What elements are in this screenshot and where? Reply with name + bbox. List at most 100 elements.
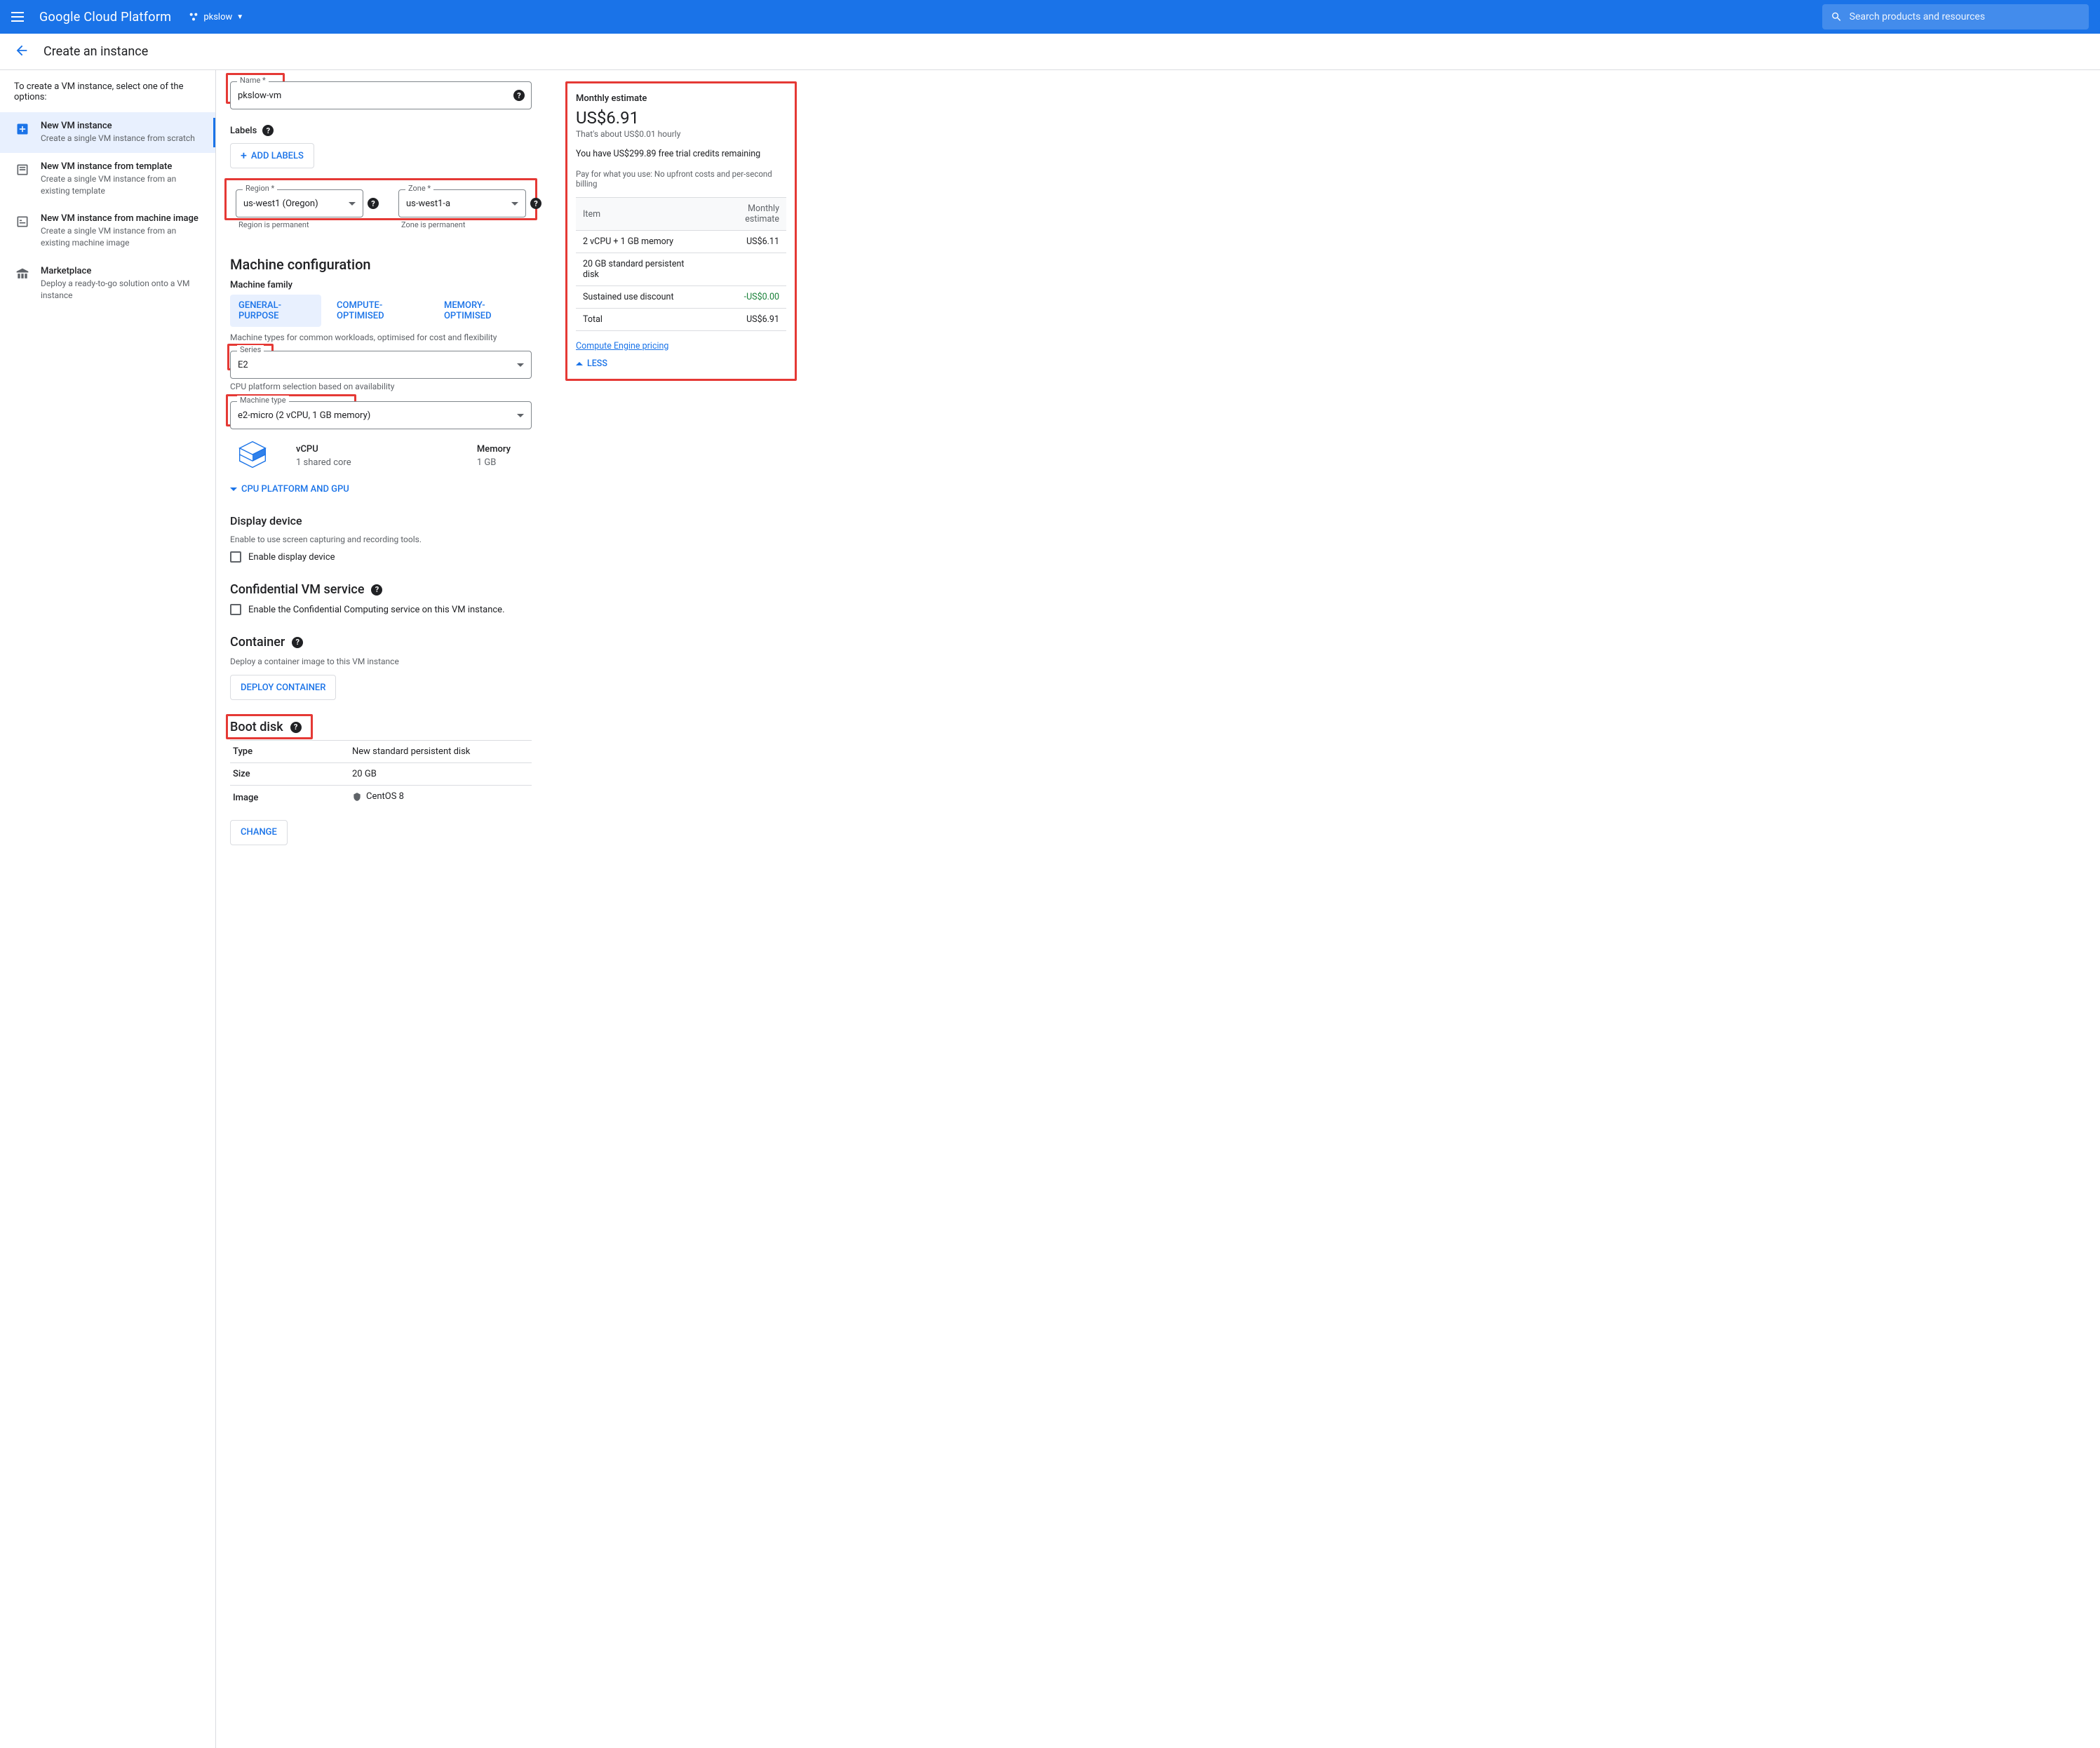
tab-compute-optimised[interactable]: COMPUTE-OPTIMISED [328,295,429,327]
table-row: Size 20 GB [230,763,532,786]
display-device-hint: Enable to use screen capturing and recor… [230,535,532,544]
sidebar-item-new-vm[interactable]: New VM instance Create a single VM insta… [0,112,215,153]
estimate-row-est: -US$0.00 [706,286,786,309]
machine-image-icon [14,213,31,230]
brand-label: Google Cloud Platform [39,10,171,25]
help-icon[interactable]: ? [368,198,379,209]
project-picker[interactable]: pkslow ▼ [188,11,243,22]
boot-disk-size-label: Size [230,763,349,786]
caret-down-icon [517,414,524,417]
estimate-row-item: 20 GB standard persistent disk [576,253,706,286]
estimate-credits: You have US$299.89 free trial credits re… [576,149,786,159]
container-hint: Deploy a container image to this VM inst… [230,657,532,666]
boot-disk-type-value: New standard persistent disk [349,741,532,763]
sidebar: To create a VM instance, select one of t… [0,70,216,1748]
machine-type-select[interactable]: e2-micro (2 vCPU, 1 GB memory) [230,401,532,429]
help-icon[interactable]: ? [290,722,302,733]
series-label: Series [237,345,264,354]
estimate-row-item: Total [576,309,706,331]
tab-memory-optimised[interactable]: MEMORY-OPTIMISED [436,295,532,327]
estimate-hourly: That's about US$0.01 hourly [576,129,786,139]
machine-config-title: Machine configuration [230,256,532,273]
estimate-row-est: US$6.91 [706,309,786,331]
tab-general-purpose[interactable]: GENERAL-PURPOSE [230,295,321,327]
menu-icon[interactable] [11,8,28,25]
estimate-row-est [706,253,786,286]
table-row: 20 GB standard persistent disk [576,253,786,286]
memory-value: 1 GB [477,457,511,468]
topbar: Google Cloud Platform pkslow ▼ [0,0,2100,34]
machine-family-tabs: GENERAL-PURPOSE COMPUTE-OPTIMISED MEMORY… [230,295,532,327]
help-icon[interactable]: ? [513,90,525,101]
boot-disk-image-label: Image [230,786,349,810]
series-hint: CPU platform selection based on availabi… [230,382,532,391]
zone-value: us-west1-a [406,199,450,209]
display-device-checkbox[interactable]: Enable display device [230,551,532,563]
confidential-checkbox-label: Enable the Confidential Computing servic… [248,605,505,615]
name-label: Name * [237,76,269,85]
machine-type-label: Machine type [237,396,289,405]
deploy-container-button[interactable]: DEPLOY CONTAINER [230,675,336,700]
boot-disk-image-value: CentOS 8 [366,791,404,802]
add-box-icon [14,121,31,137]
table-row: Total US$6.91 [576,309,786,331]
display-device-title: Display device [230,514,532,527]
help-icon[interactable]: ? [530,198,541,209]
confidential-checkbox[interactable]: Enable the Confidential Computing servic… [230,604,532,615]
zone-label: Zone * [405,184,433,193]
page-title: Create an instance [43,44,148,59]
table-row: 2 vCPU + 1 GB memory US$6.11 [576,231,786,253]
sidebar-item-title: Marketplace [41,266,201,276]
less-label: LESS [587,358,607,369]
zone-select[interactable]: us-west1-a [398,189,526,217]
search-box[interactable] [1822,4,2089,29]
labels-label: Labels [230,126,257,136]
memory-label: Memory [477,444,511,455]
region-select[interactable]: us-west1 (Oregon) [236,189,363,217]
cpu-gpu-expand[interactable]: CPU PLATFORM AND GPU [230,484,349,495]
search-input[interactable] [1850,11,2080,22]
vcpu-value: 1 shared core [296,457,351,468]
checkbox-icon [230,604,241,615]
sidebar-item-title: New VM instance [41,121,195,131]
table-row: Type New standard persistent disk [230,741,532,763]
region-label: Region * [243,184,277,193]
vcpu-label: vCPU [296,444,351,455]
pricing-link[interactable]: Compute Engine pricing [576,341,668,351]
cpu-gpu-label: CPU PLATFORM AND GPU [241,484,349,495]
region-hint: Region is permanent [236,220,363,229]
caret-down-icon: ▼ [236,13,243,21]
help-icon[interactable]: ? [292,637,303,648]
caret-down-icon [517,363,524,367]
add-labels-label: ADD LABELS [251,151,304,161]
estimate-row-est: US$6.11 [706,231,786,253]
chevron-down-icon [230,488,237,491]
sidebar-item-new-vm-machine-image[interactable]: New VM instance from machine image Creat… [0,205,215,257]
change-button[interactable]: CHANGE [230,820,288,845]
series-select[interactable]: E2 [230,351,532,379]
sidebar-item-title: New VM instance from template [41,161,201,172]
estimate-header-item: Item [576,198,706,231]
back-arrow-icon[interactable] [14,43,29,61]
sidebar-item-sub: Create a single VM instance from an exis… [41,225,201,249]
less-toggle[interactable]: LESS [576,358,786,369]
machine-type-value: e2-micro (2 vCPU, 1 GB memory) [238,410,370,421]
name-input[interactable] [230,81,532,109]
sidebar-item-sub: Create a single VM instance from scratch [41,133,195,144]
sidebar-item-marketplace[interactable]: Marketplace Deploy a ready-to-go solutio… [0,257,215,310]
sidebar-item-title: New VM instance from machine image [41,213,201,224]
template-icon [14,161,31,178]
caret-down-icon [511,202,518,206]
region-value: us-west1 (Oregon) [243,199,318,209]
add-labels-button[interactable]: + ADD LABELS [230,143,314,168]
sidebar-item-new-vm-template[interactable]: New VM instance from template Create a s… [0,153,215,206]
marketplace-icon [14,266,31,283]
container-title: Container [230,635,285,650]
estimate-title: Monthly estimate [576,93,786,104]
display-device-checkbox-label: Enable display device [248,552,335,563]
deploy-container-label: DEPLOY CONTAINER [241,683,325,693]
estimate-payline: Pay for what you use: No upfront costs a… [576,169,786,189]
help-icon[interactable]: ? [371,584,382,596]
sidebar-item-sub: Create a single VM instance from an exis… [41,173,201,197]
help-icon[interactable]: ? [262,125,274,136]
